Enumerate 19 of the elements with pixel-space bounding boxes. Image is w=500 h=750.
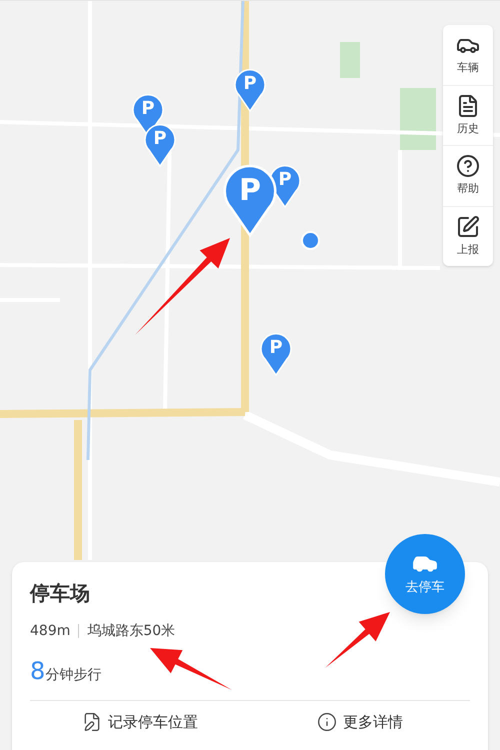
toolbar-button[interactable]: 上报 <box>443 206 493 266</box>
action-button[interactable]: 记录停车位置 <box>30 701 250 743</box>
parking-marker[interactable]: P <box>259 332 293 376</box>
note-edit-icon <box>82 712 102 732</box>
arrow-drawing <box>325 612 390 668</box>
parking-marker[interactable]: P <box>233 68 267 112</box>
edit-icon <box>456 214 480 238</box>
toolbar-button[interactable]: 历史 <box>443 84 493 145</box>
card-title: 停车场 <box>30 580 90 606</box>
info-icon <box>317 712 337 732</box>
action-button[interactable]: 更多详情 <box>250 701 470 743</box>
walk-time-text: 8分钟步行 <box>30 658 102 687</box>
document-icon <box>456 94 480 118</box>
address-text: 坞城路东50米 <box>87 622 176 640</box>
help-icon <box>456 154 480 178</box>
distance-text: 489m <box>30 622 70 640</box>
toolbar-button[interactable]: 帮助 <box>443 145 493 206</box>
toolbar-button[interactable]: 车辆 <box>443 25 493 84</box>
parking-marker[interactable]: P <box>143 123 177 167</box>
